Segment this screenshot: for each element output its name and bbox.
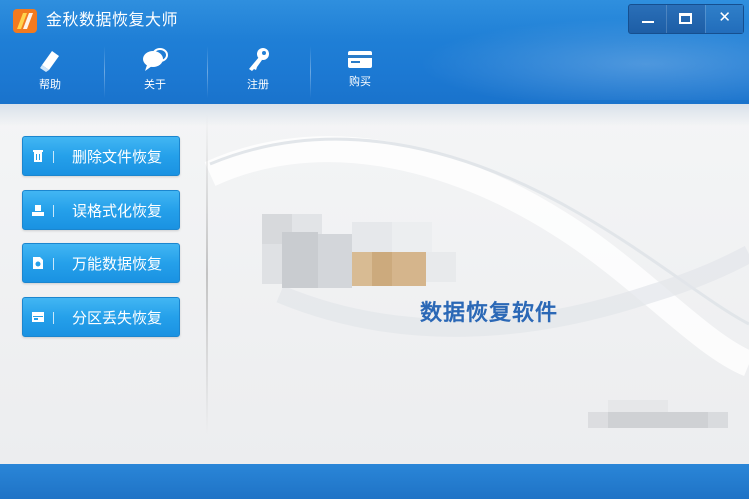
- toolbar-buy-label: 购买: [349, 75, 371, 88]
- app-title: 金秋数据恢复大师: [46, 10, 179, 29]
- sidebar-divider: [206, 114, 208, 434]
- sidebar-item-partition-recovery[interactable]: 分区丢失恢复: [22, 297, 180, 337]
- sidebar-item-separator: [53, 151, 54, 163]
- file-icon: [33, 257, 43, 269]
- sidebar-item-label: 删除文件恢复: [71, 148, 162, 166]
- maximize-icon: [679, 13, 693, 24]
- toolbar-help-label: 帮助: [39, 78, 61, 91]
- toolbar-register-label: 注册: [247, 78, 269, 91]
- sidebar-item-label: 万能数据恢复: [71, 255, 162, 273]
- toolbar-about-button[interactable]: 关于: [105, 42, 205, 100]
- toolbar-help-button[interactable]: 帮助: [0, 42, 100, 100]
- main-content: 删除文件恢复 误格式化恢复 万能数据恢复 分区丢失恢复 数据恢复软件: [0, 104, 749, 464]
- toolbar-about-label: 关于: [144, 78, 166, 91]
- key-icon: [249, 48, 269, 71]
- sidebar-item-label: 分区丢失恢复: [71, 309, 162, 327]
- brand-text: 数据恢复软件: [420, 301, 559, 326]
- sidebar-item-universal-recovery[interactable]: 万能数据恢复: [22, 243, 180, 283]
- trash-icon: [33, 150, 43, 162]
- toolbar: 帮助 关于 注册 购买: [0, 42, 420, 100]
- minimize-button[interactable]: [629, 5, 666, 33]
- sidebar-item-label: 误格式化恢复: [71, 202, 162, 220]
- close-icon: ✕: [718, 8, 731, 26]
- credit-card-icon: [348, 51, 372, 68]
- app-window: 金秋数据恢复大师 ✕ 帮助 关于 注册 购买 删除文件恢复 误格式化恢复 万能数…: [0, 0, 749, 499]
- sidebar-item-separator: [53, 258, 54, 270]
- maximize-button[interactable]: [666, 5, 704, 33]
- sidebar-item-format-recovery[interactable]: 误格式化恢复: [22, 190, 180, 230]
- close-button[interactable]: ✕: [704, 5, 743, 33]
- toolbar-buy-button[interactable]: 购买: [310, 42, 410, 100]
- partition-icon: [32, 312, 44, 322]
- minimize-icon: [642, 21, 654, 23]
- drive-icon: [32, 205, 44, 216]
- status-bar: [0, 464, 749, 499]
- title-bar[interactable]: 金秋数据恢复大师 ✕: [0, 0, 749, 40]
- app-logo-icon: [13, 9, 37, 33]
- toolbar-register-button[interactable]: 注册: [208, 42, 308, 100]
- window-controls: ✕: [628, 4, 744, 34]
- sidebar-item-deleted-file-recovery[interactable]: 删除文件恢复: [22, 136, 180, 176]
- sidebar-item-separator: [53, 205, 54, 217]
- header: 金秋数据恢复大师 ✕ 帮助 关于 注册 购买: [0, 0, 749, 104]
- sidebar-item-separator: [53, 312, 54, 324]
- chat-bubble-icon: [143, 48, 168, 71]
- eraser-icon: [40, 51, 59, 72]
